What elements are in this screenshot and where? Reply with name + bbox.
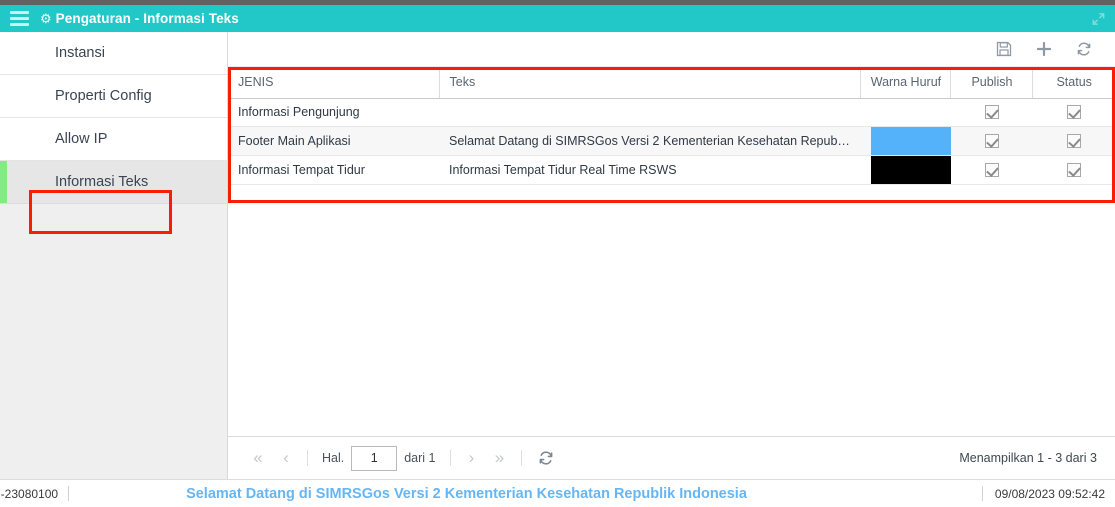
pagination-bar: « ‹ Hal. dari 1 › » Menampil <box>228 436 1115 479</box>
page-number-input[interactable] <box>351 445 398 471</box>
checkbox-publish[interactable] <box>984 162 999 177</box>
column-header-warna-huruf[interactable]: Warna Huruf <box>860 67 952 99</box>
next-page-button[interactable]: › <box>458 445 486 471</box>
data-grid: JENIS Teks Warna Huruf Publish Status In… <box>228 67 1115 185</box>
cell-warna-huruf <box>860 98 951 127</box>
sidebar-item-instansi[interactable]: Instansi <box>0 32 227 75</box>
sidebar-filler <box>0 204 227 479</box>
last-page-button[interactable]: » <box>486 445 514 471</box>
sidebar-item-properti-config[interactable]: Properti Config <box>0 75 227 118</box>
sidebar-item-allow-ip[interactable]: Allow IP <box>0 118 227 161</box>
page-total-label: dari 1 <box>404 451 436 465</box>
cell-jenis: Informasi Tempat Tidur <box>228 155 439 185</box>
prev-page-button[interactable]: ‹ <box>272 445 300 471</box>
cell-status[interactable] <box>1032 126 1115 156</box>
footer-divider <box>981 486 983 501</box>
sidebar-item-label: Instansi <box>55 45 105 61</box>
footer-timestamp: 09/08/2023 09:52:42 <box>994 486 1105 501</box>
save-icon[interactable] <box>995 40 1013 58</box>
table-row[interactable]: Informasi Tempat Tidur Informasi Tempat … <box>228 155 1115 185</box>
gear-icon: ⚙ <box>40 11 52 26</box>
checkbox-status[interactable] <box>1066 162 1081 177</box>
application-window: ⚙ Pengaturan - Informasi Teks Instansi P… <box>0 0 1115 507</box>
data-grid-container: JENIS Teks Warna Huruf Publish Status In… <box>228 67 1115 436</box>
footer-banner: Selamat Datang di SIMRSGos Versi 2 Kemen… <box>186 485 747 502</box>
plus-icon[interactable] <box>1035 40 1053 58</box>
sidebar-item-label: Allow IP <box>55 131 108 147</box>
page-title: Pengaturan - Informasi Teks <box>55 11 239 26</box>
selected-accent-bar <box>0 161 7 203</box>
sidebar: Instansi Properti Config Allow IP Inform… <box>0 32 228 479</box>
record-count-label: Menampilkan 1 - 3 dari 3 <box>959 451 1097 465</box>
hamburger-icon[interactable] <box>10 11 29 26</box>
app-header: ⚙ Pengaturan - Informasi Teks <box>0 5 1115 32</box>
color-swatch <box>870 126 951 154</box>
cell-warna-huruf <box>860 155 951 185</box>
table-row[interactable]: Footer Main Aplikasi Selamat Datang di S… <box>228 126 1115 156</box>
cell-teks: Informasi Tempat Tidur Real Time RSWS <box>439 155 861 185</box>
app-body: Instansi Properti Config Allow IP Inform… <box>0 32 1115 479</box>
pager-divider <box>307 450 308 466</box>
cell-jenis: Informasi Pengunjung <box>228 98 439 127</box>
checkbox-status[interactable] <box>1066 133 1081 148</box>
checkbox-status[interactable] <box>1066 105 1081 120</box>
column-header-jenis[interactable]: JENIS <box>228 67 440 99</box>
cell-status[interactable] <box>1032 155 1115 185</box>
checkbox-publish[interactable] <box>984 105 999 120</box>
sidebar-item-label: Properti Config <box>55 88 152 104</box>
page-label: Hal. <box>322 451 345 465</box>
sidebar-item-label: Informasi Teks <box>55 174 149 190</box>
color-swatch <box>870 155 951 183</box>
column-header-status[interactable]: Status <box>1032 67 1115 99</box>
first-page-button[interactable]: « <box>244 445 272 471</box>
refresh-icon[interactable] <box>1075 40 1093 58</box>
cell-publish[interactable] <box>950 155 1033 185</box>
main-content: JENIS Teks Warna Huruf Publish Status In… <box>228 32 1115 479</box>
cell-teks: Selamat Datang di SIMRSGos Versi 2 Kemen… <box>439 126 861 156</box>
grid-toolbar <box>228 32 1115 67</box>
cell-publish[interactable] <box>950 126 1033 156</box>
cell-teks <box>439 98 861 127</box>
cell-status[interactable] <box>1032 98 1115 127</box>
sidebar-item-informasi-teks[interactable]: Informasi Teks <box>0 161 227 204</box>
cell-jenis: Footer Main Aplikasi <box>228 126 439 156</box>
refresh-icon[interactable] <box>533 447 559 469</box>
app-footer: .17-23080100 Selamat Datang di SIMRSGos … <box>0 479 1115 507</box>
pager-divider <box>520 450 522 466</box>
pager-divider <box>449 450 451 466</box>
cell-warna-huruf <box>860 126 951 156</box>
table-row[interactable]: Informasi Pengunjung <box>228 98 1115 127</box>
column-header-publish[interactable]: Publish <box>950 67 1034 99</box>
column-header-teks[interactable]: Teks <box>439 67 862 99</box>
table-header-row: JENIS Teks Warna Huruf Publish Status <box>228 67 1115 99</box>
expand-arrows-icon[interactable] <box>1091 11 1106 26</box>
checkbox-publish[interactable] <box>984 133 999 148</box>
cell-publish[interactable] <box>950 98 1033 127</box>
